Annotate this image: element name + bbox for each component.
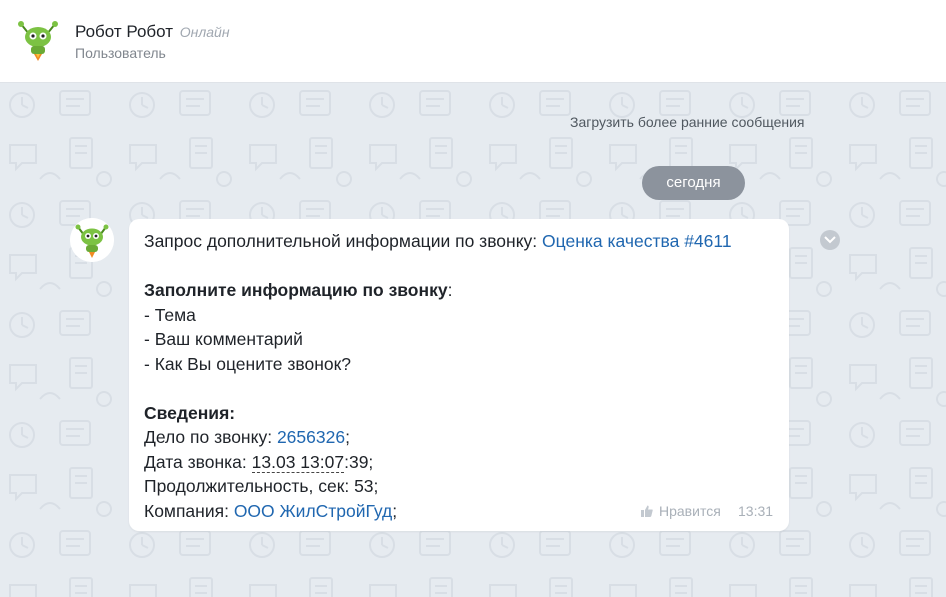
contact-role: Пользователь (75, 45, 166, 61)
call-date-line: Дата звонка: 13.03 13:07:39; (144, 450, 774, 475)
quality-rating-link[interactable]: Оценка качества #4611 (542, 231, 732, 251)
message-bubble: Запрос дополнительной информации по звон… (129, 219, 789, 531)
message-intro-line: Запрос дополнительной информации по звон… (144, 229, 774, 254)
chevron-down-icon (824, 236, 836, 244)
duration-line: Продолжительность, сек: 53; (144, 476, 379, 496)
details-heading: Сведения: (144, 402, 236, 423)
like-label: Нравится (659, 503, 721, 519)
case-number-link[interactable]: 2656326 (277, 427, 345, 447)
case-label: Дело по звонку: (144, 427, 277, 447)
message-menu-button[interactable] (820, 230, 840, 250)
like-button[interactable]: Нравится (641, 503, 721, 519)
company-suffix: ; (392, 500, 398, 521)
chat-area[interactable]: Загрузить более ранние сообщения сегодня… (0, 83, 946, 597)
company-link[interactable]: ООО ЖилСтройГуд (234, 501, 392, 521)
contact-name: Робот Робот Онлайн (75, 22, 230, 42)
chat-header: Робот Робот Онлайн Пользователь (0, 0, 946, 83)
date-divider: сегодня (642, 166, 745, 200)
fill-heading-line: Заполните информацию по звонку: (144, 278, 774, 303)
thumbs-up-icon (641, 505, 653, 517)
online-status: Онлайн (179, 24, 230, 40)
contact-name-text: Робот Робот (75, 22, 174, 41)
load-earlier-link[interactable]: Загрузить более ранние сообщения (570, 114, 805, 130)
call-date-value[interactable]: 13.03 13:07 (251, 451, 345, 473)
message-time: 13:31 (738, 503, 774, 519)
case-suffix: ; (345, 427, 350, 447)
company-label: Компания: (144, 500, 234, 521)
fill-item: - Ваш комментарий (144, 329, 303, 349)
fill-item: - Как Вы оцените звонок? (144, 353, 352, 374)
message-avatar-icon[interactable] (70, 218, 114, 262)
fill-heading: Заполните информацию по звонку (144, 280, 448, 300)
call-date-label: Дата звонка: (144, 451, 252, 472)
call-date-tail: :39; (344, 451, 374, 472)
message-text: Запрос дополнительной информации по звон… (144, 229, 774, 523)
fill-item: - Тема (144, 304, 196, 325)
intro-text: Запрос дополнительной информации по звон… (144, 231, 543, 251)
fill-heading-suffix: : (447, 280, 453, 300)
robot-avatar-icon[interactable] (16, 18, 60, 62)
case-line: Дело по звонку: 2656326; (144, 425, 774, 450)
